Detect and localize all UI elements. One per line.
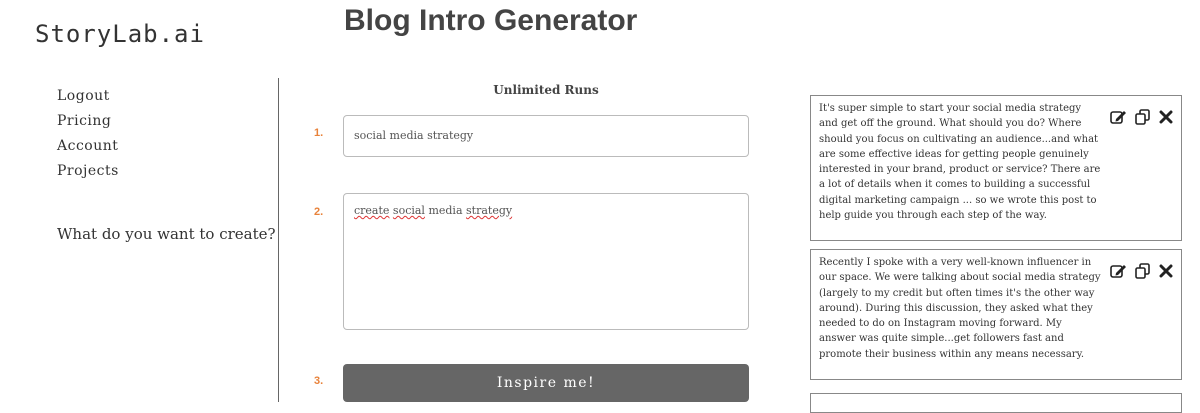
storylab-logo[interactable]: StoryLab.ai (35, 20, 205, 48)
step-1-number: 1. (314, 127, 324, 139)
sidebar-item-account[interactable]: Account (57, 134, 119, 159)
result-card: It's super simple to start your social m… (810, 95, 1182, 241)
textarea-word: social (392, 204, 425, 217)
copy-icon[interactable] (1132, 262, 1152, 280)
textarea-word: create (354, 204, 390, 217)
sidebar-item-logout[interactable]: Logout (57, 84, 119, 109)
close-icon[interactable] (1156, 262, 1176, 280)
result-card: Recently I spoke with a very well-known … (810, 249, 1182, 380)
edit-icon[interactable] (1108, 262, 1128, 280)
result-text[interactable]: It's super simple to start your social m… (819, 101, 1101, 223)
sidebar-nav: Logout Pricing Account Projects (57, 84, 119, 184)
textarea-word: strategy (466, 204, 513, 217)
edit-icon[interactable] (1108, 108, 1128, 126)
result-actions (1108, 108, 1176, 126)
result-card (810, 393, 1182, 413)
step-2-number: 2. (314, 206, 324, 218)
sidebar-item-pricing[interactable]: Pricing (57, 109, 119, 134)
textarea-word: media (428, 204, 463, 217)
result-actions (1108, 262, 1176, 280)
create-prompt-heading: What do you want to create? (57, 225, 276, 243)
topic-input[interactable]: social media strategy (343, 115, 749, 157)
page-title: Blog Intro Generator (344, 4, 638, 37)
description-textarea[interactable]: create social media strategy (343, 193, 749, 330)
copy-icon[interactable] (1132, 108, 1152, 126)
sidebar-item-projects[interactable]: Projects (57, 159, 119, 184)
sidebar-divider (278, 78, 279, 402)
result-text[interactable]: Recently I spoke with a very well-known … (819, 255, 1101, 362)
inspire-me-button[interactable]: Inspire me! (343, 364, 749, 402)
step-3-number: 3. (314, 375, 324, 387)
runs-label: Unlimited Runs (493, 83, 599, 97)
close-icon[interactable] (1156, 108, 1176, 126)
